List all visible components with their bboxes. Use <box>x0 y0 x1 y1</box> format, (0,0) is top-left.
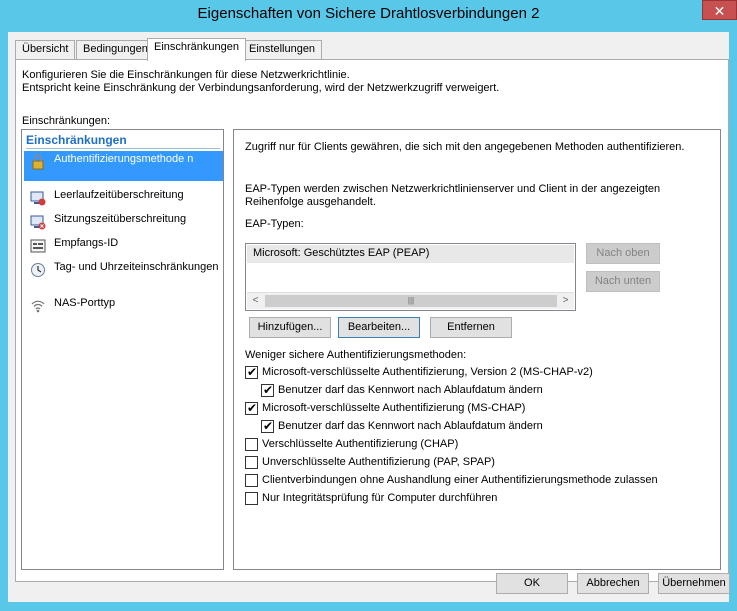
checkbox[interactable]: ✔ <box>261 419 274 433</box>
list-item[interactable]: Microsoft: Geschütztes EAP (PEAP) <box>247 245 574 263</box>
auth-description: Zugriff nur für Clients gewähren, die si… <box>245 141 685 153</box>
tab-conditions[interactable]: Bedingungen <box>76 40 155 60</box>
scroll-right-icon[interactable]: > <box>557 293 574 309</box>
checkbox[interactable]: ✔ <box>261 383 274 397</box>
session-timeout-icon <box>30 215 46 230</box>
nav-item-authentication-methods[interactable]: Authentifizierungsmethode n <box>24 151 223 181</box>
nav-header-divider <box>26 148 220 149</box>
id-icon <box>30 239 46 253</box>
nav-item-day-time[interactable]: Tag- und Uhrzeiteinschränkungen <box>24 259 223 289</box>
checkbox[interactable]: ✔ <box>245 365 258 379</box>
clock-icon <box>31 263 45 277</box>
intro-line-2: Entspricht keine Einschränkung der Verbi… <box>22 82 500 94</box>
checkbox-label: Nur Integritätsprüfung für Computer durc… <box>262 492 498 504</box>
checkmark-icon: ✔ <box>247 365 258 379</box>
tab-overview[interactable]: Übersicht <box>15 40 76 60</box>
scroll-thumb[interactable]: ||| <box>265 295 557 307</box>
checkbox-label: Microsoft-verschlüsselte Authentifizieru… <box>262 366 593 378</box>
apply-button[interactable]: Übernehmen <box>658 573 730 594</box>
lock-icon <box>32 154 44 170</box>
checkbox-label: Verschlüsselte Authentifizierung (CHAP) <box>262 438 459 450</box>
constraints-nav: Einschränkungen Authentifizierungsmethod… <box>21 129 224 570</box>
checkmark-icon: ✔ <box>263 383 274 397</box>
eap-types-label: EAP-Typen: <box>245 218 304 230</box>
cancel-button[interactable]: Abbrechen <box>577 573 649 594</box>
checkbox[interactable] <box>245 456 258 469</box>
checkbox[interactable]: ✔ <box>245 401 258 415</box>
constraints-tab-panel: Konfigurieren Sie die Einschränkungen fü… <box>15 59 730 594</box>
nav-item-label: Leerlaufzeitüberschreitung <box>54 189 184 201</box>
nav-header: Einschränkungen <box>26 133 127 147</box>
window-title: Eigenschaften von Sichere Drahtlosverbin… <box>197 5 540 22</box>
add-button[interactable]: Hinzufügen... <box>249 317 331 338</box>
nav-item-label: NAS-Porttyp <box>54 297 116 309</box>
restrictions-label: Einschränkungen: <box>22 115 111 127</box>
checkbox-label: Microsoft-verschlüsselte Authentifizieru… <box>262 402 526 414</box>
scroll-left-icon[interactable]: < <box>247 293 264 309</box>
remove-button[interactable]: Entfernen <box>430 317 512 338</box>
checkbox-label: Benutzer darf das Kennwort nach Ablaufda… <box>278 420 543 432</box>
nav-item-nas-port-type[interactable]: NAS-Porttyp <box>24 295 223 325</box>
move-up-button[interactable]: Nach oben <box>586 243 660 264</box>
edit-button[interactable]: Bearbeiten... <box>338 317 420 338</box>
idle-timeout-icon <box>30 191 46 206</box>
eap-description: EAP-Typen werden zwischen Netzwerkrichtl… <box>245 183 661 208</box>
tab-constraints[interactable]: Einschränkungen <box>147 38 247 61</box>
checkbox-label: Clientverbindungen ohne Aushandlung eine… <box>262 474 658 486</box>
wireless-icon <box>31 300 45 313</box>
horizontal-scrollbar[interactable]: < ||| > <box>247 292 574 309</box>
intro-line-1: Konfigurieren Sie die Einschränkungen fü… <box>22 69 350 81</box>
ok-button[interactable]: OK <box>496 573 568 594</box>
dialog-window: Eigenschaften von Sichere Drahtlosverbin… <box>0 0 737 611</box>
less-secure-methods-label: Weniger sichere Authentifizierungsmethod… <box>245 349 467 361</box>
tab-settings[interactable]: Einstellungen <box>242 40 323 60</box>
authentication-details-panel: Zugriff nur für Clients gewähren, die si… <box>233 129 721 570</box>
nav-item-label: Empfangs-ID <box>54 237 119 249</box>
close-button[interactable]: ✕ <box>702 0 737 20</box>
eap-types-list[interactable]: Microsoft: Geschütztes EAP (PEAP) < ||| … <box>245 243 576 311</box>
nav-item-label: Sitzungszeitüberschreitung <box>54 213 187 225</box>
nav-item-label: Tag- und Uhrzeiteinschränkungen <box>54 261 219 273</box>
intro-text: Konfigurieren Sie die Einschränkungen fü… <box>22 69 499 95</box>
checkbox-label: Benutzer darf das Kennwort nach Ablaufda… <box>278 384 543 396</box>
checkmark-icon: ✔ <box>247 401 258 415</box>
title-bar[interactable]: Eigenschaften von Sichere Drahtlosverbin… <box>0 0 737 32</box>
checkmark-icon: ✔ <box>263 419 274 433</box>
checkbox[interactable] <box>245 474 258 487</box>
checkbox-label: Unverschlüsselte Authentifizierung (PAP,… <box>262 456 495 468</box>
checkbox[interactable] <box>245 492 258 505</box>
move-down-button[interactable]: Nach unten <box>586 271 660 292</box>
window-bottom-border <box>0 602 737 611</box>
checkbox[interactable] <box>245 438 258 451</box>
nav-item-label: Authentifizierungsmethode n <box>54 153 194 165</box>
close-icon: ✕ <box>713 3 726 19</box>
dialog-client-area: Übersicht Bedingungen Einschränkungen Ei… <box>8 32 730 602</box>
